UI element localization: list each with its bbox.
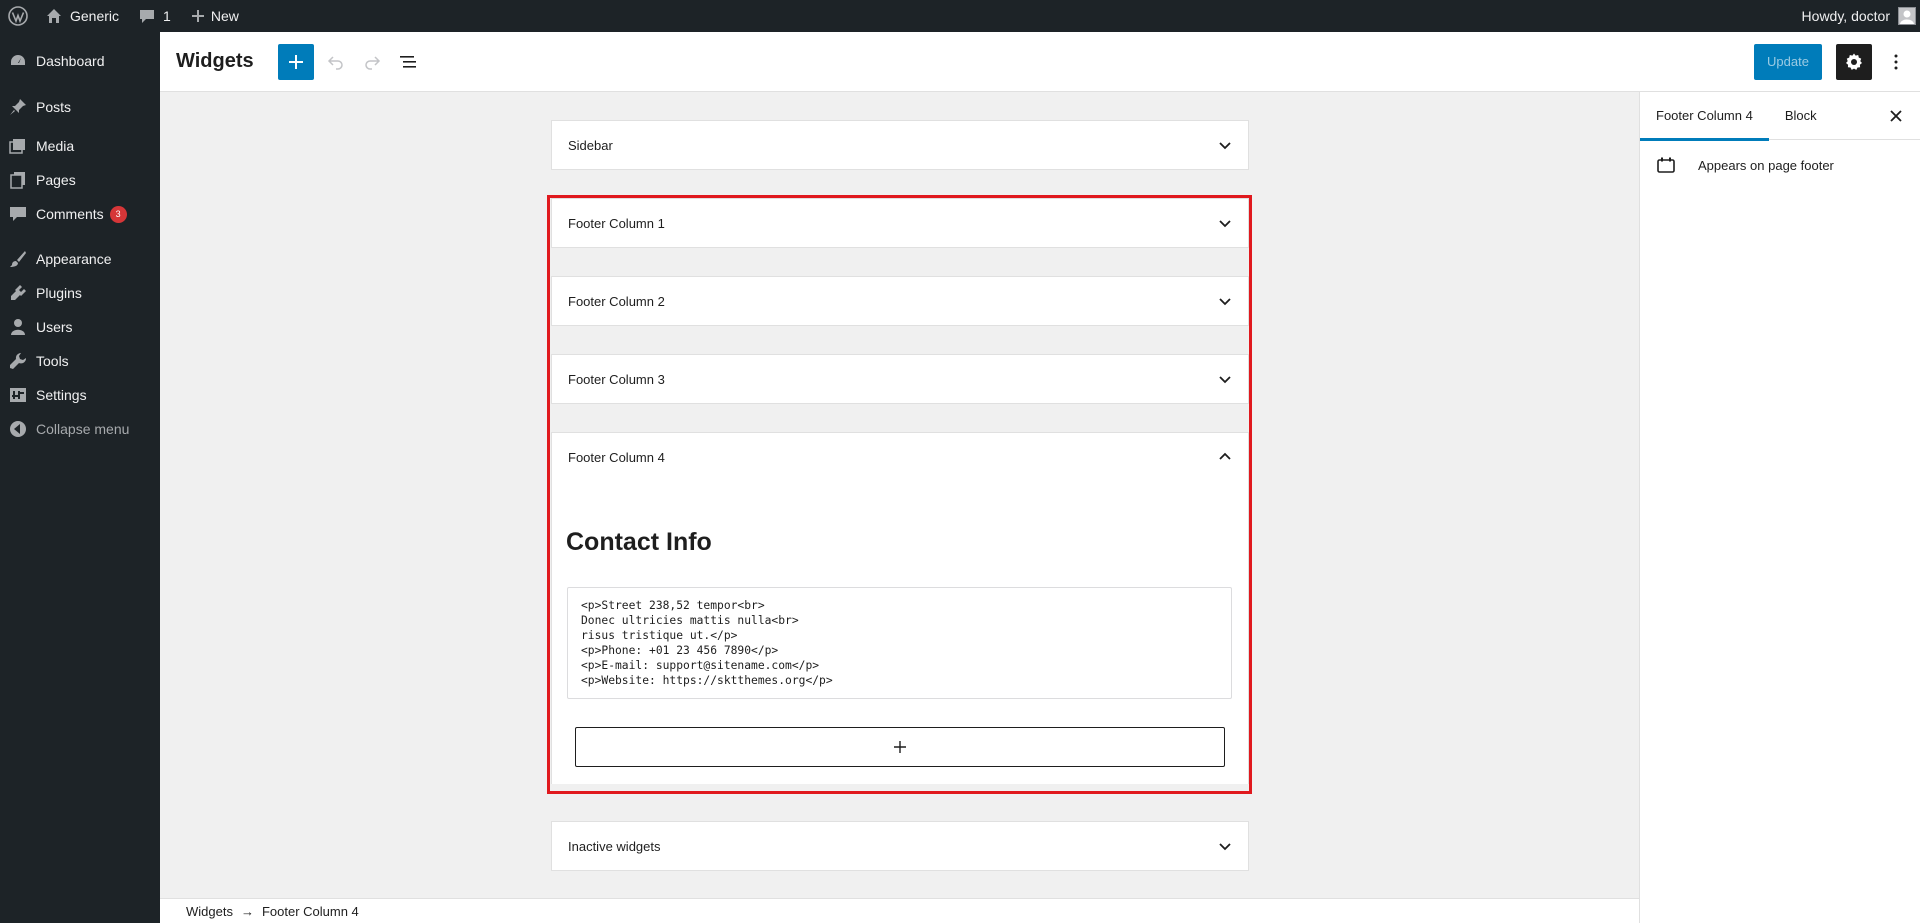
home-icon	[46, 8, 62, 24]
area-description: Appears on page footer	[1698, 157, 1834, 173]
widget-area-inactive[interactable]: Inactive widgets	[551, 821, 1249, 871]
menu-label: Media	[36, 138, 75, 154]
widget-area-footer-column-3[interactable]: Footer Column 3	[551, 354, 1249, 404]
admin-bar: Generic 1 New Howdy, doctor	[0, 0, 1920, 32]
tab-block[interactable]: Block	[1769, 92, 1833, 140]
menu-label: Comments	[36, 206, 104, 222]
chevron-up-icon[interactable]	[1218, 450, 1232, 464]
menu-item-media[interactable]: Media	[0, 129, 160, 163]
wordpress-logo-icon[interactable]	[0, 0, 36, 32]
widget-area-footer-column-2[interactable]: Footer Column 2	[551, 276, 1249, 326]
menu-label: Settings	[36, 387, 87, 403]
undo-button[interactable]	[318, 44, 354, 80]
list-view-icon	[399, 55, 416, 68]
collapse-icon	[8, 419, 28, 439]
close-sidebar-button[interactable]	[1886, 106, 1906, 126]
area-title: Footer Column 3	[568, 371, 665, 387]
media-icon	[8, 136, 28, 156]
menu-item-dashboard[interactable]: Dashboard	[0, 44, 160, 78]
block-inserter-button[interactable]	[277, 43, 314, 80]
chevron-down-icon[interactable]	[1218, 294, 1232, 308]
add-block-button[interactable]	[575, 727, 1225, 767]
comments-badge: 3	[109, 205, 127, 223]
area-title: Inactive widgets	[568, 838, 661, 854]
redo-icon	[364, 55, 380, 70]
settings-button[interactable]	[1836, 43, 1872, 80]
menu-item-appearance[interactable]: Appearance	[0, 242, 160, 276]
widget-area-icon	[1656, 156, 1676, 174]
menu-label: Pages	[36, 172, 76, 188]
menu-label: Plugins	[36, 285, 82, 301]
list-view-button[interactable]	[390, 44, 426, 80]
chevron-down-icon[interactable]	[1218, 138, 1232, 152]
pages-icon	[8, 170, 28, 190]
users-icon	[8, 317, 28, 337]
contact-info-heading[interactable]: Contact Info	[566, 528, 712, 557]
menu-item-plugins[interactable]: Plugins	[0, 276, 160, 310]
page-title: Widgets	[176, 50, 254, 72]
my-account[interactable]: Howdy, doctor	[1802, 7, 1920, 25]
dashboard-icon	[8, 51, 28, 71]
chevron-down-icon[interactable]	[1218, 839, 1232, 853]
menu-label: Posts	[36, 99, 72, 115]
breadcrumb-separator: →	[240, 903, 254, 919]
area-title: Sidebar	[568, 137, 613, 153]
chevron-down-icon[interactable]	[1218, 372, 1232, 386]
widget-area-sidebar[interactable]: Sidebar	[551, 120, 1249, 170]
comment-icon	[139, 8, 155, 24]
settings-icon	[8, 385, 28, 405]
menu-label: Dashboard	[36, 53, 105, 69]
widget-canvas: Sidebar Footer Column 1 Footer Column 2 …	[160, 92, 1639, 898]
update-button[interactable]: Update	[1754, 43, 1822, 80]
collapse-menu-button[interactable]: Collapse menu	[0, 412, 160, 446]
new-content-link[interactable]: New	[181, 0, 249, 32]
menu-item-comments[interactable]: Comments 3	[0, 197, 160, 231]
breadcrumb-root[interactable]: Widgets	[186, 904, 233, 919]
menu-item-users[interactable]: Users	[0, 310, 160, 344]
howdy-text: Howdy, doctor	[1801, 8, 1890, 24]
options-button[interactable]	[1886, 54, 1906, 70]
menu-item-tools[interactable]: Tools	[0, 344, 160, 378]
gear-icon	[1846, 53, 1862, 70]
avatar	[1898, 7, 1916, 25]
menu-label: Appearance	[36, 251, 112, 267]
close-icon	[1890, 110, 1902, 122]
comments-link[interactable]: 1	[129, 0, 181, 32]
custom-html-block[interactable]: <p>Street 238,52 tempor<br> Donec ultric…	[567, 587, 1232, 699]
comment-icon	[8, 204, 28, 224]
brush-icon	[8, 249, 28, 269]
redo-button[interactable]	[354, 44, 390, 80]
chevron-down-icon[interactable]	[1218, 216, 1232, 230]
admin-menu: Dashboard Posts Media Pages Comments 3 A…	[0, 32, 160, 923]
wrench-icon	[8, 351, 28, 371]
menu-label: Users	[36, 319, 73, 335]
menu-label: Tools	[36, 353, 69, 369]
area-title: Footer Column 4	[568, 449, 665, 465]
widget-area-footer-column-1[interactable]: Footer Column 1	[551, 198, 1249, 248]
plus-icon	[894, 741, 906, 753]
undo-icon	[327, 55, 343, 70]
site-name: Generic	[70, 8, 120, 24]
more-vertical-icon	[1894, 54, 1898, 69]
area-title: Footer Column 1	[568, 215, 665, 231]
menu-item-settings[interactable]: Settings	[0, 378, 160, 412]
new-label: New	[210, 8, 239, 24]
comments-count: 1	[163, 8, 171, 24]
editor-header: Widgets Update	[160, 32, 1920, 92]
pin-icon	[8, 97, 28, 117]
plus-icon	[191, 9, 205, 23]
menu-item-posts[interactable]: Posts	[0, 90, 160, 124]
plugin-icon	[8, 283, 28, 303]
breadcrumb-current[interactable]: Footer Column 4	[262, 904, 359, 919]
menu-label: Collapse menu	[36, 421, 130, 437]
breadcrumb: Widgets → Footer Column 4	[160, 898, 1639, 923]
area-title: Footer Column 2	[568, 293, 665, 309]
settings-sidebar: Footer Column 4 Block Appears on page fo…	[1639, 92, 1920, 923]
menu-item-pages[interactable]: Pages	[0, 163, 160, 197]
site-name-link[interactable]: Generic	[36, 0, 129, 32]
tab-widget-area[interactable]: Footer Column 4	[1640, 92, 1769, 141]
plus-icon	[288, 54, 303, 69]
